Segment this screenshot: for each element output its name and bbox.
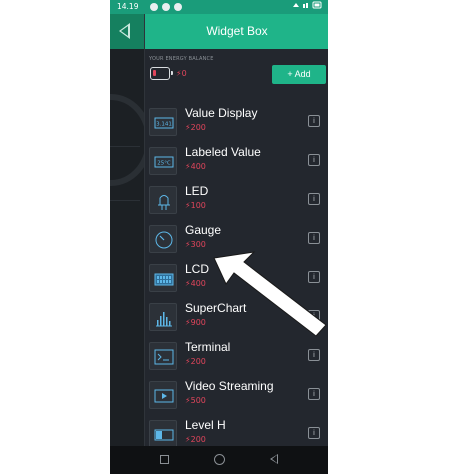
- annotation-arrow-icon: [213, 251, 327, 337]
